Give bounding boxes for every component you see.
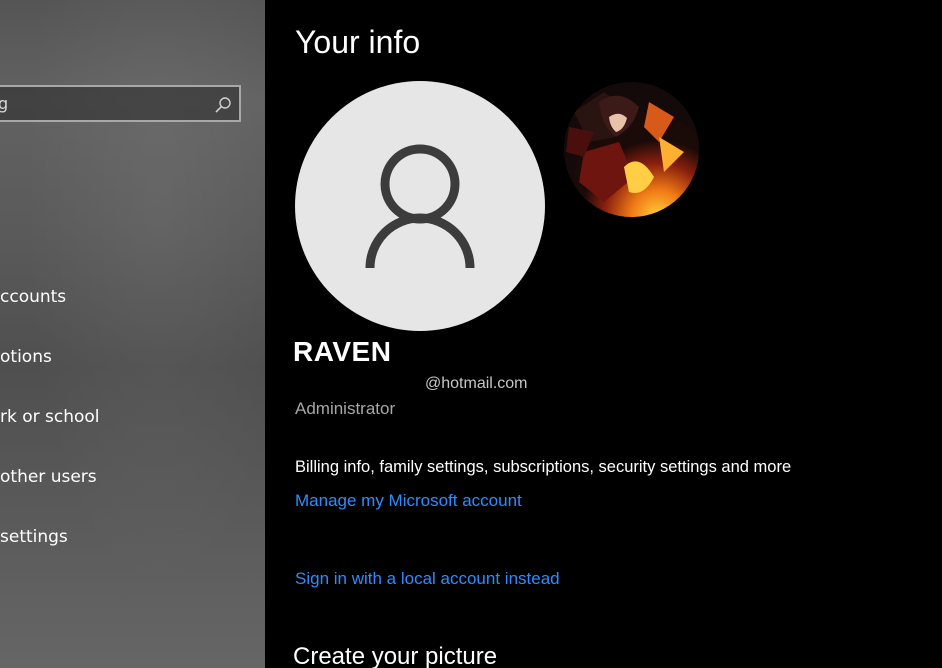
profile-picture[interactable]	[564, 82, 699, 217]
search-icon[interactable]	[214, 96, 232, 114]
main-content: Your info RAVEN @hotmail.com Administrat…	[265, 0, 942, 668]
sidebar-item-accounts[interactable]: ccounts	[0, 287, 66, 307]
sidebar-item-options[interactable]: otions	[0, 347, 52, 367]
search-input-value: g	[0, 94, 9, 113]
user-role: Administrator	[295, 399, 396, 418]
local-account-link[interactable]: Sign in with a local account instead	[295, 569, 560, 589]
billing-description: Billing info, family settings, subscript…	[295, 458, 792, 476]
profile-picture-image	[564, 82, 699, 217]
sidebar-item-other-users[interactable]: other users	[0, 467, 97, 487]
sidebar: g ccounts otions rk or school other user…	[0, 0, 265, 668]
create-picture-heading: Create your picture	[293, 643, 498, 668]
user-name: RAVEN	[293, 336, 392, 367]
person-icon	[365, 144, 475, 269]
page-title: Your info	[295, 24, 421, 60]
user-email: @hotmail.com	[425, 375, 528, 392]
manage-account-link[interactable]: Manage my Microsoft account	[295, 491, 522, 511]
default-avatar	[295, 81, 545, 331]
sidebar-item-settings[interactable]: settings	[0, 527, 68, 547]
search-input[interactable]: g	[0, 85, 241, 122]
sidebar-item-work-or-school[interactable]: rk or school	[0, 407, 100, 427]
settings-window: g ccounts otions rk or school other user…	[0, 0, 942, 668]
